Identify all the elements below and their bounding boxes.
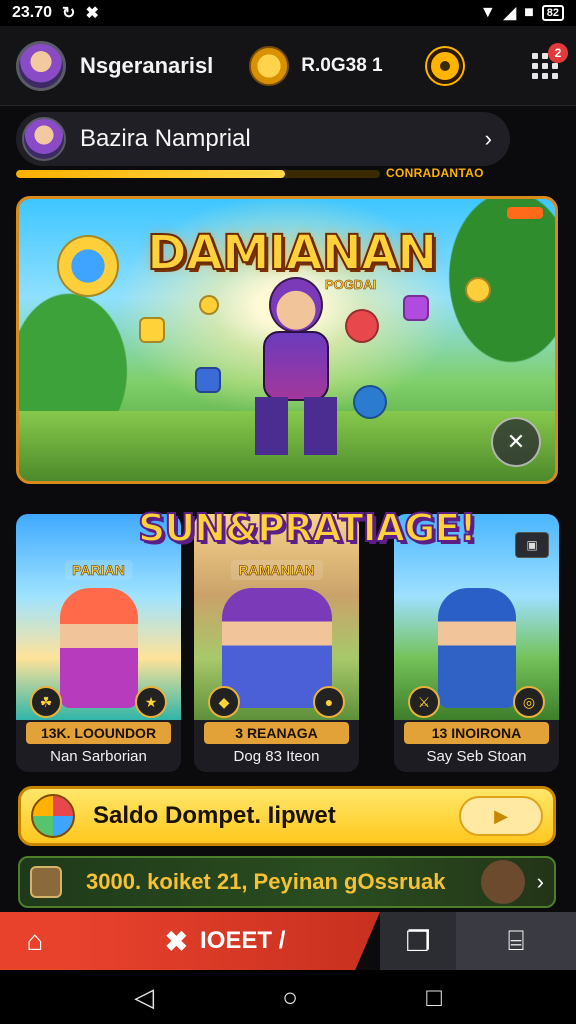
nav-tab-active[interactable]: ✖ IOEET / <box>70 912 380 970</box>
play-button[interactable]: ▶ <box>459 796 543 836</box>
grid-menu-button[interactable]: 2 <box>530 42 568 81</box>
card-name: Dog 83 Iteon <box>233 748 320 765</box>
app-header: Nsgeranarisl R.0G38 1 2 <box>0 26 576 106</box>
nav-home[interactable]: ⌂ <box>0 912 70 970</box>
profile-card[interactable]: Bazira Namprial › <box>16 112 510 166</box>
hero-title: DAMIANAN <box>146 224 438 282</box>
leaf-icon: ☘ <box>30 686 62 718</box>
wallet-icon <box>31 794 75 838</box>
status-bar: 23.70 ↻ ✖ ▼ ◢ ■ 82 <box>0 0 576 26</box>
notification-badge: 2 <box>548 42 568 63</box>
profile-name: Bazira Namprial <box>80 125 251 152</box>
back-icon[interactable]: ◁ <box>134 982 154 1013</box>
card-badge: RAMANIAN <box>230 560 323 580</box>
cards-icon: ❐ <box>405 925 431 957</box>
level-progress-fill <box>16 170 286 178</box>
swords-icon: ✖ <box>164 925 189 957</box>
nav-tab-cards[interactable]: ❐ <box>380 912 456 970</box>
username: Nsgeranarisl <box>80 52 214 78</box>
game-card-list: PARIAN ☘ ★ 13K. LOOUNDOR Nan Sarborian R… <box>16 514 559 772</box>
status-time: 23.70 <box>12 4 53 21</box>
gem-icon: ● <box>313 686 345 718</box>
gem-icon <box>139 317 165 343</box>
card-name: Nan Sarborian <box>50 748 147 765</box>
coin-icon <box>199 295 219 315</box>
wifi-icon: ▼ <box>479 4 496 21</box>
ball-icon <box>57 235 119 297</box>
dice-icon <box>195 367 221 393</box>
recents-icon[interactable]: □ <box>426 982 442 1013</box>
dice-icon <box>353 385 387 419</box>
hero-banner[interactable]: DAMIANAN POGDAI ✕ <box>16 196 558 484</box>
wallet-label: Saldo Dompet. Iipwet <box>93 802 336 829</box>
star-icon: ★ <box>135 686 167 718</box>
bottom-navigation: ⌂ ✖ IOEET / ❐ ⌸ <box>0 912 576 970</box>
coin-amount: R.0G38 1 <box>301 54 383 76</box>
palm-tree-right <box>415 199 555 409</box>
home-circle-icon[interactable]: ○ <box>282 982 298 1013</box>
gem-icon <box>403 295 429 321</box>
sim-icon: ■ <box>524 4 534 21</box>
card-badge: PARIAN <box>64 560 133 580</box>
game-card[interactable]: RAMANIAN ◆ ● 3 REANAGA Dog 83 Iteon <box>194 514 359 772</box>
battery-icon: 82 <box>541 5 564 21</box>
nav-active-label: IOEET / <box>200 927 286 954</box>
coin-icon <box>465 277 491 303</box>
coin-balance[interactable]: R.0G38 1 <box>249 45 383 86</box>
share-icon[interactable]: ✕ <box>491 417 541 467</box>
expand-icon[interactable]: ▣ <box>515 532 549 558</box>
card-label: 13K. LOOUNDOR <box>26 722 171 744</box>
treasure-chest-icon <box>30 866 62 898</box>
hero-corner-badge <box>507 207 543 219</box>
card-label: 3 REANAGA <box>204 722 349 744</box>
target-icon: ◎ <box>513 686 545 718</box>
system-navigation: ◁ ○ □ <box>0 970 576 1024</box>
nav-tab-shop[interactable]: ⌸ <box>456 912 576 970</box>
hero-subtitle: POGDAI <box>325 277 377 293</box>
wallet-banner[interactable]: Saldo Dompet. Iipwet ▶ <box>18 786 556 846</box>
target-icon[interactable] <box>426 47 463 84</box>
home-icon: ⌂ <box>26 925 44 956</box>
level-progress-bar <box>16 170 380 178</box>
sword-icon: ⚔ <box>408 686 440 718</box>
user-avatar[interactable] <box>16 40 66 91</box>
signal-icon: ◢ <box>503 5 517 22</box>
chevron-right-icon: › <box>484 126 492 151</box>
chevron-right-icon: › <box>536 869 544 894</box>
game-card[interactable]: ▣ ⚔ ◎ 13 INOIRONA Say Seb Stoan <box>394 514 559 772</box>
battery-level: 82 <box>546 7 559 19</box>
shield-icon: ◆ <box>208 686 240 718</box>
card-name: Say Seb Stoan <box>426 748 527 765</box>
progress-label: CONRADANTAO <box>386 166 484 180</box>
cart-icon: ⌸ <box>507 924 525 956</box>
sync-icon: ↻ <box>62 5 76 22</box>
profile-avatar <box>22 117 66 161</box>
promo-text: 3000. koiket 21, Peyinan gOssruak <box>86 869 446 894</box>
promo-banner[interactable]: 3000. koiket 21, Peyinan gOssruak › <box>18 856 556 908</box>
section-title: SUN&PRATIAGE! <box>137 505 478 551</box>
card-label: 13 INOIRONA <box>404 722 549 744</box>
app-notification-icon: ✖ <box>85 5 99 22</box>
game-card[interactable]: PARIAN ☘ ★ 13K. LOOUNDOR Nan Sarborian <box>16 514 181 772</box>
coin-icon <box>249 45 290 86</box>
promo-avatar <box>480 860 525 904</box>
hero-character <box>241 277 351 457</box>
